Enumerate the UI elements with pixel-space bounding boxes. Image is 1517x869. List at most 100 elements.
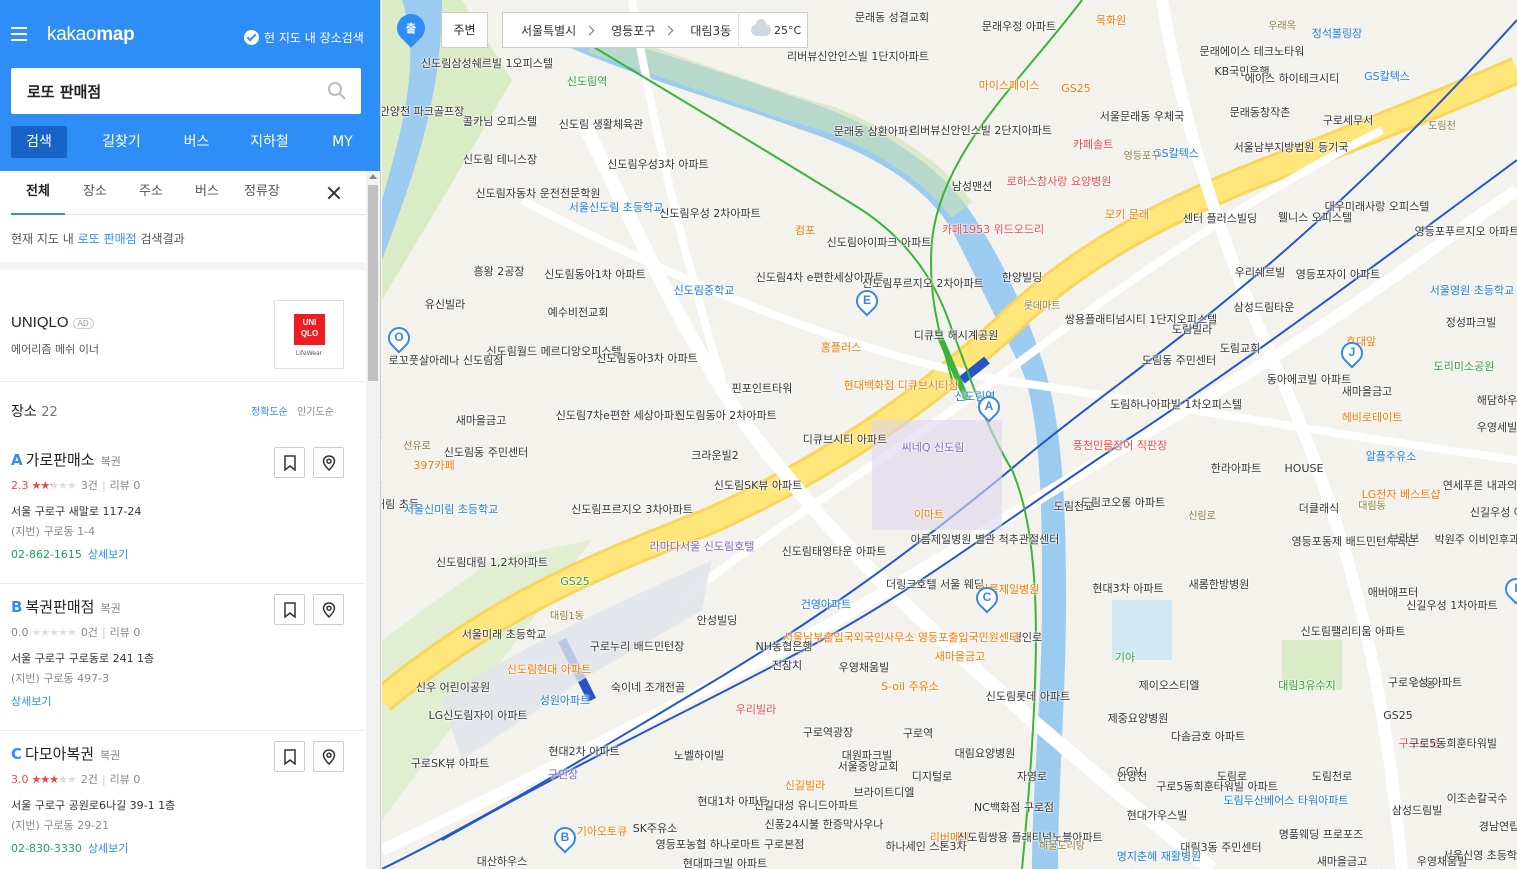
map-label[interactable]: 삼성드림타운	[1234, 301, 1295, 314]
map-label[interactable]: 명품웨딩 프로포즈	[1279, 828, 1363, 841]
map-label[interactable]: SK주유소	[633, 822, 678, 835]
place-name[interactable]: B 복권판매점 복권	[11, 596, 121, 617]
map-label[interactable]: 안양천	[1117, 770, 1147, 783]
map-label[interactable]: 한라아파트	[1211, 462, 1262, 475]
sort-popularity[interactable]: 인기도순	[297, 407, 334, 418]
map-label[interactable]: 새마을금고	[1342, 385, 1393, 398]
map-label[interactable]: 신길대성 유니드아파트	[754, 799, 859, 812]
category-tab-all[interactable]: 전체	[11, 171, 65, 215]
map-label[interactable]: 경남연립	[1479, 820, 1517, 833]
map-label[interactable]: 문래동 삼환아파트	[834, 125, 918, 138]
map-label[interactable]: 기아	[1115, 651, 1135, 664]
map-label[interactable]: 애버애프터	[1368, 586, 1419, 599]
map-label[interactable]: 서울미래 초등학교	[462, 628, 546, 641]
map-label[interactable]: 알플주유소	[1366, 450, 1417, 463]
tab-search[interactable]: 검색	[11, 126, 67, 158]
map-label[interactable]: 신도림우성 2차아파트	[659, 207, 761, 220]
map-label[interactable]: 문래동 성결교회	[855, 11, 929, 24]
map-label[interactable]: 우영채움빌	[839, 661, 890, 674]
map-label[interactable]: 구로세무서	[1323, 114, 1374, 127]
map-label[interactable]: 도림빌라	[1172, 323, 1212, 336]
map-label[interactable]: 선유로	[403, 440, 431, 453]
map-label[interactable]: 대산하우스	[477, 855, 528, 868]
map-marker-pin[interactable]: J	[1336, 337, 1368, 372]
tab-bus[interactable]: 버스	[168, 126, 225, 158]
map-label[interactable]: 영등포구	[1124, 150, 1161, 163]
map-label[interactable]: GS칼텍스	[1364, 70, 1410, 83]
map-label[interactable]: 컴포	[795, 224, 815, 237]
map-marker-pin[interactable]: C	[971, 582, 1003, 617]
map-label[interactable]: 도림동 주민센터	[1142, 354, 1216, 367]
map-label[interactable]: 현대파크빌 아파트	[683, 857, 767, 869]
map-label[interactable]: 문래우정 아파트	[982, 20, 1056, 33]
map-label[interactable]: 397카페	[413, 459, 454, 472]
map-label[interactable]: 카페1953 위드오드리	[942, 223, 1044, 236]
map-label[interactable]: 대림1동	[550, 610, 584, 623]
map-label[interactable]: 구로역	[903, 727, 933, 740]
map-label[interactable]: 우래옥	[1268, 20, 1296, 33]
map-label[interactable]: 신도림우성3차 아파트	[607, 158, 709, 171]
map-label[interactable]: 신도림푸르지오 2차아파트	[862, 277, 984, 290]
category-tab-stop[interactable]: 정류장	[244, 171, 280, 215]
route-button[interactable]	[313, 741, 344, 772]
map-label[interactable]: 신도림 테니스장	[463, 153, 537, 166]
map-label[interactable]: 도림로	[1217, 770, 1247, 783]
breadcrumb-district[interactable]: 영등포구	[593, 22, 655, 39]
map-label[interactable]: NC백화점 구로점	[974, 801, 1054, 814]
map-label[interactable]: 제중요양병원	[1108, 712, 1169, 725]
map-label[interactable]: 현대2차 아파트	[548, 745, 619, 758]
map-label[interactable]: 한양빌딩	[1002, 271, 1042, 284]
map-label[interactable]: GS25	[1061, 82, 1091, 95]
route-button[interactable]	[313, 447, 344, 478]
map-label[interactable]: 안양천 파크골프장	[382, 105, 464, 118]
map-marker-pin[interactable]: I	[1500, 573, 1517, 608]
ad-logo[interactable]: UNI QLO LifeWear	[274, 300, 344, 369]
map-label[interactable]: 박원주 이비인후과의원	[1435, 533, 1517, 546]
map-label[interactable]: 브라이트디엘	[854, 786, 915, 799]
map-label[interactable]: NH농협은행	[756, 640, 813, 653]
close-icon[interactable]	[326, 185, 342, 201]
scrollbar-thumb[interactable]	[368, 185, 378, 381]
map-label[interactable]: 핀포인트타워	[732, 382, 793, 395]
map-label[interactable]: 서울중앙교회	[838, 760, 899, 773]
map-label[interactable]: 디큐브시티 아파트	[803, 433, 887, 446]
map-label[interactable]: 모키 문래	[1105, 208, 1149, 221]
map-label[interactable]: 아름제일병원 별관 척추관절센터	[911, 533, 1060, 546]
map-label[interactable]: 도림천교	[1054, 500, 1094, 513]
map-label[interactable]: 우리빌라	[736, 703, 776, 716]
map-label[interactable]: 서울신미림 초등학교	[404, 503, 499, 516]
map-label[interactable]: 하나세인 스톤3차	[885, 840, 966, 853]
map-label[interactable]: 제이오스티엘	[1139, 679, 1200, 692]
map-label[interactable]: 이조손칼국수	[1447, 792, 1508, 805]
map-label[interactable]: 영등포푸르지오 아파트	[1415, 225, 1517, 238]
map-label[interactable]: 영등포농협 하나로마트 구로본점	[656, 838, 805, 851]
map-label[interactable]: 신우 어린이공원	[416, 681, 490, 694]
bookmark-button[interactable]	[274, 594, 305, 625]
map-label[interactable]: 서울신도림 초등학교	[569, 201, 664, 214]
route-button[interactable]	[313, 594, 344, 625]
map-label[interactable]: 자영로	[1017, 770, 1047, 783]
map-label[interactable]: 에이스 하이테크시티	[1245, 72, 1340, 85]
map-label[interactable]: 홈플러스	[821, 341, 861, 354]
around-button[interactable]: 주변	[441, 12, 488, 48]
current-map-search-toggle[interactable]: 현 지도 내 장소검색	[244, 29, 364, 46]
map-label[interactable]: 명지춘혜 재활병원	[1117, 850, 1201, 863]
bookmark-button[interactable]	[274, 741, 305, 772]
map-label[interactable]: 센터 플러스빌딩	[1183, 212, 1257, 225]
map-marker-pin[interactable]: A	[973, 391, 1005, 426]
map-label[interactable]: 구로우성 아파트	[1388, 676, 1462, 689]
map-label[interactable]: 건영아파트	[801, 598, 852, 611]
detail-link[interactable]: 상세보기	[88, 842, 128, 855]
map-label[interactable]: 이마트	[914, 508, 944, 521]
map-label[interactable]: 신도림아이파크 아파트	[827, 236, 932, 249]
map-label[interactable]: 리버뷰신안인스빌 2단지아파트	[910, 124, 1052, 137]
map-label[interactable]: 숙이네 조개전골	[611, 681, 685, 694]
detail-link[interactable]: 상세보기	[88, 548, 128, 561]
map-label[interactable]: 도리미소공원	[1434, 360, 1495, 373]
map-label[interactable]: 신림로	[1188, 510, 1216, 523]
map-label[interactable]: 구로누리 배드민턴장	[590, 640, 685, 653]
map-label[interactable]: 성원아파트	[540, 694, 591, 707]
map-label[interactable]: 로하스참사랑 요양병원	[1007, 175, 1112, 188]
map-label[interactable]: LG신도림자이 아파트	[428, 709, 527, 722]
map-label[interactable]: 해물도리탕	[1039, 840, 1085, 853]
